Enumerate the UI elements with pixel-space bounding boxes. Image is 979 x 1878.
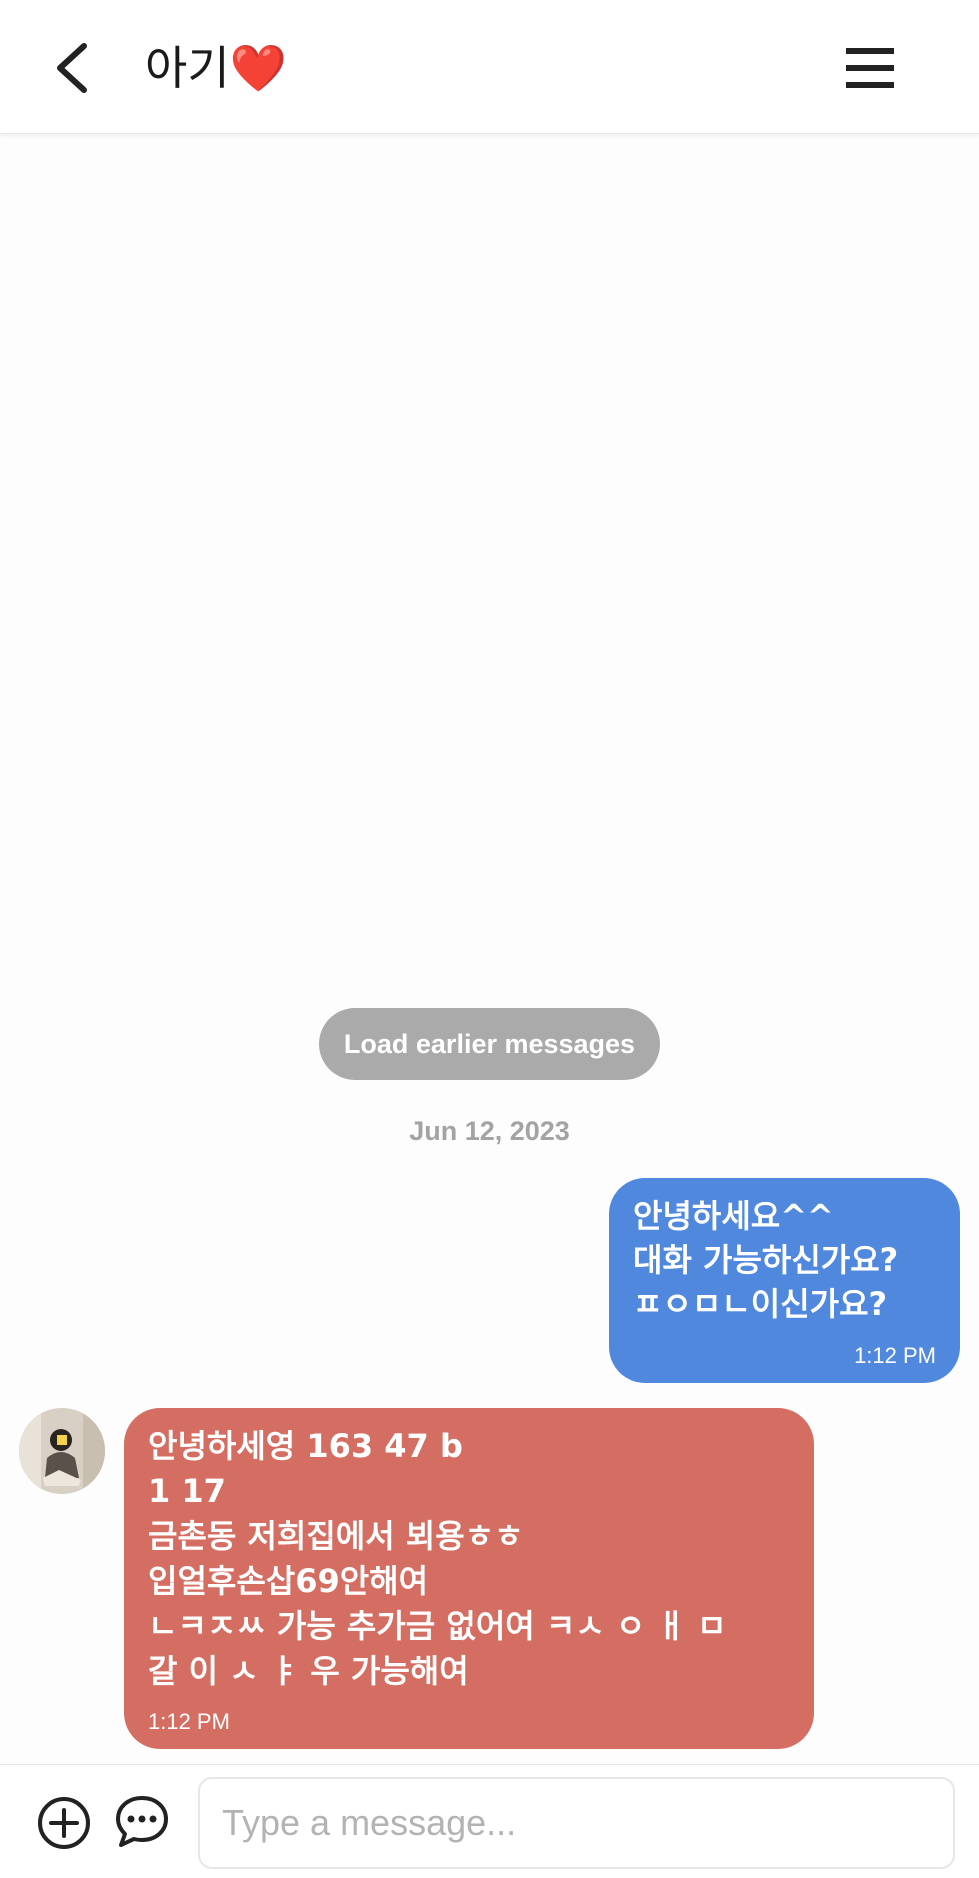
hamburger-menu-icon xyxy=(846,48,894,88)
message-composer xyxy=(0,1764,979,1878)
load-earlier-button[interactable]: Load earlier messages xyxy=(319,1008,660,1080)
incoming-message-bubble[interactable]: 안녕하세영 163 47 b 1 17 금촌동 저희집에서 뵈용ㅎㅎ 입얼후손삽… xyxy=(124,1408,814,1749)
chat-header: 아기❤️ xyxy=(0,0,979,134)
chevron-left-icon xyxy=(57,43,87,93)
plus-circle-icon xyxy=(38,1797,90,1849)
quick-reply-button[interactable] xyxy=(112,1792,172,1852)
chat-title: 아기❤️ xyxy=(145,41,287,95)
message-time: 1:12 PM xyxy=(148,1709,230,1734)
chat-bubble-icon xyxy=(116,1796,168,1847)
menu-button[interactable] xyxy=(842,44,898,92)
message-text: 안녕하세요^^ 대화 가능하신가요? ㅍㅇㅁㄴ이신가요? xyxy=(633,1197,899,1323)
message-text: 안녕하세영 163 47 b 1 17 금촌동 저희집에서 뵈용ㅎㅎ 입얼후손삽… xyxy=(148,1427,727,1690)
date-separator: Jun 12, 2023 xyxy=(409,1116,570,1146)
message-input-container xyxy=(198,1777,955,1869)
chat-screen: 아기❤️ Load earlier messages Jun 12, 2023 … xyxy=(0,0,979,1878)
message-input[interactable] xyxy=(200,1779,953,1867)
avatar[interactable] xyxy=(19,1408,105,1494)
back-button[interactable] xyxy=(48,40,100,96)
add-attachment-button[interactable] xyxy=(36,1795,92,1851)
message-time: 1:12 PM xyxy=(854,1343,936,1368)
outgoing-message-bubble[interactable]: 안녕하세요^^ 대화 가능하신가요? ㅍㅇㅁㄴ이신가요? 1:12 PM xyxy=(609,1178,960,1383)
avatar-photo xyxy=(19,1408,105,1494)
